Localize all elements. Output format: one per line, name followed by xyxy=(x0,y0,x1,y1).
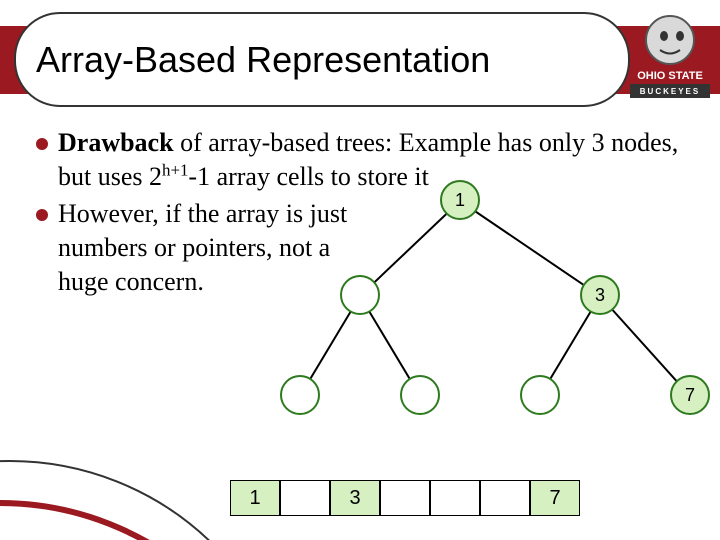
array-cell-empty xyxy=(380,480,430,516)
array-cell-empty xyxy=(430,480,480,516)
slide-title: Array-Based Representation xyxy=(36,39,490,81)
array-representation: 1 3 7 xyxy=(230,480,580,516)
ohio-state-logo: OHIO STATE BUCKEYES xyxy=(630,12,710,102)
bullet-1-sup: h+1 xyxy=(162,161,188,180)
array-cell-empty xyxy=(280,480,330,516)
logo-text-top: OHIO STATE xyxy=(637,70,703,82)
footer-arc-outer xyxy=(0,460,220,540)
bullet-dot-icon xyxy=(36,209,48,221)
bullet-1-bold: Drawback xyxy=(58,128,174,157)
tree-diagram: 1 3 7 xyxy=(330,180,720,450)
tree-node-empty xyxy=(520,375,560,415)
tree-node-filled: 3 xyxy=(580,275,620,315)
array-cell-empty xyxy=(480,480,530,516)
tree-edge xyxy=(459,200,600,297)
tree-node-filled: 7 xyxy=(670,375,710,415)
array-cell-filled: 7 xyxy=(530,480,580,516)
footer-decoration xyxy=(0,450,220,540)
tree-node-filled: 1 xyxy=(440,180,480,220)
tree-node-empty xyxy=(400,375,440,415)
tree-node-empty xyxy=(280,375,320,415)
array-cell-filled: 3 xyxy=(330,480,380,516)
bullet-2-text: However, if the array is just numbers or… xyxy=(58,197,348,300)
logo-text-bottom: BUCKEYES xyxy=(640,87,700,96)
tree-node-empty xyxy=(340,275,380,315)
footer-arc-red xyxy=(0,500,220,540)
bullet-dot-icon xyxy=(36,138,48,150)
array-cell-filled: 1 xyxy=(230,480,280,516)
bullet-2-body: However, if the array is just numbers or… xyxy=(58,199,347,297)
title-bar: Array-Based Representation xyxy=(14,12,630,107)
